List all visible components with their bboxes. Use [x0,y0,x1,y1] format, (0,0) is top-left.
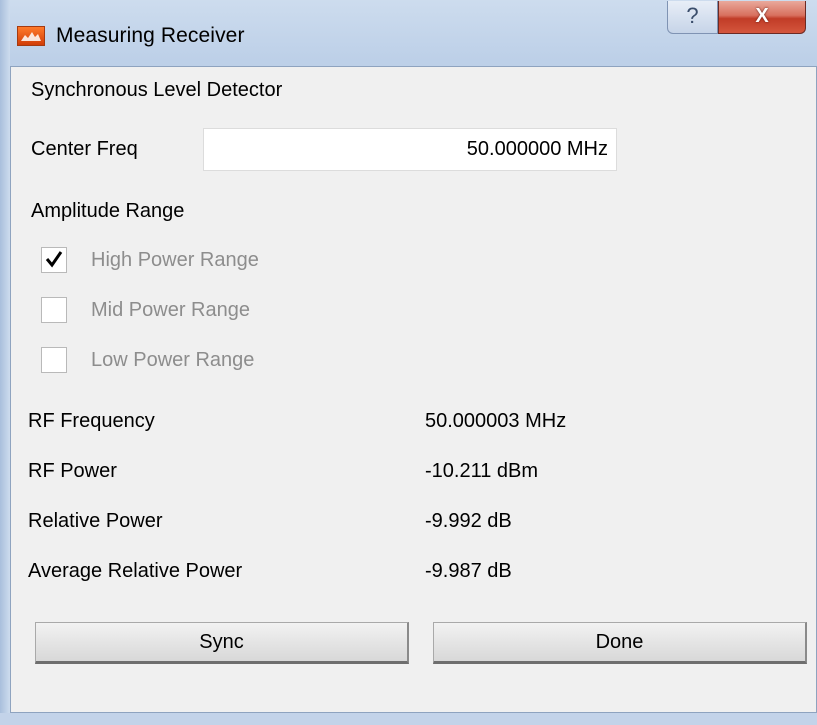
rf-frequency-value: 50.000003 MHz [425,410,567,432]
done-button[interactable]: Done [433,622,807,664]
low-power-range-checkbox[interactable] [41,347,67,373]
average-relative-power-value: -9.987 dB [425,560,512,582]
title-bar[interactable]: Measuring Receiver ? X [0,0,817,66]
relative-power-label: Relative Power [28,510,163,532]
mid-power-range-checkbox[interactable] [41,297,67,323]
mid-power-range-label: Mid Power Range [91,299,250,321]
amplitude-range-label: Amplitude Range [31,200,185,222]
sync-button[interactable]: Sync [35,622,409,664]
rf-power-value: -10.211 dBm [425,460,539,482]
low-power-range-label: Low Power Range [91,349,255,371]
close-button[interactable]: X [718,1,806,34]
high-power-range-checkbox[interactable] [41,247,67,273]
section-title: Synchronous Level Detector [31,79,283,101]
high-power-range-label: High Power Range [91,249,259,271]
window-frame-bottom [0,713,817,725]
rf-frequency-label: RF Frequency [28,410,155,432]
window-frame-left [0,0,10,725]
rf-power-label: RF Power [28,460,117,482]
dialog-window: Measuring Receiver ? X Synchronous Level… [0,0,817,725]
average-relative-power-label: Average Relative Power [28,560,243,582]
checkmark-icon [45,251,63,268]
relative-power-value: -9.992 dB [425,510,512,532]
app-icon [17,26,45,46]
dialog-body: Synchronous Level Detector Center Freq 5… [10,66,817,713]
help-button[interactable]: ? [667,1,718,34]
center-freq-input[interactable]: 50.000000 MHz [203,128,617,171]
window-title: Measuring Receiver [56,24,245,47]
center-freq-label: Center Freq [31,138,138,160]
